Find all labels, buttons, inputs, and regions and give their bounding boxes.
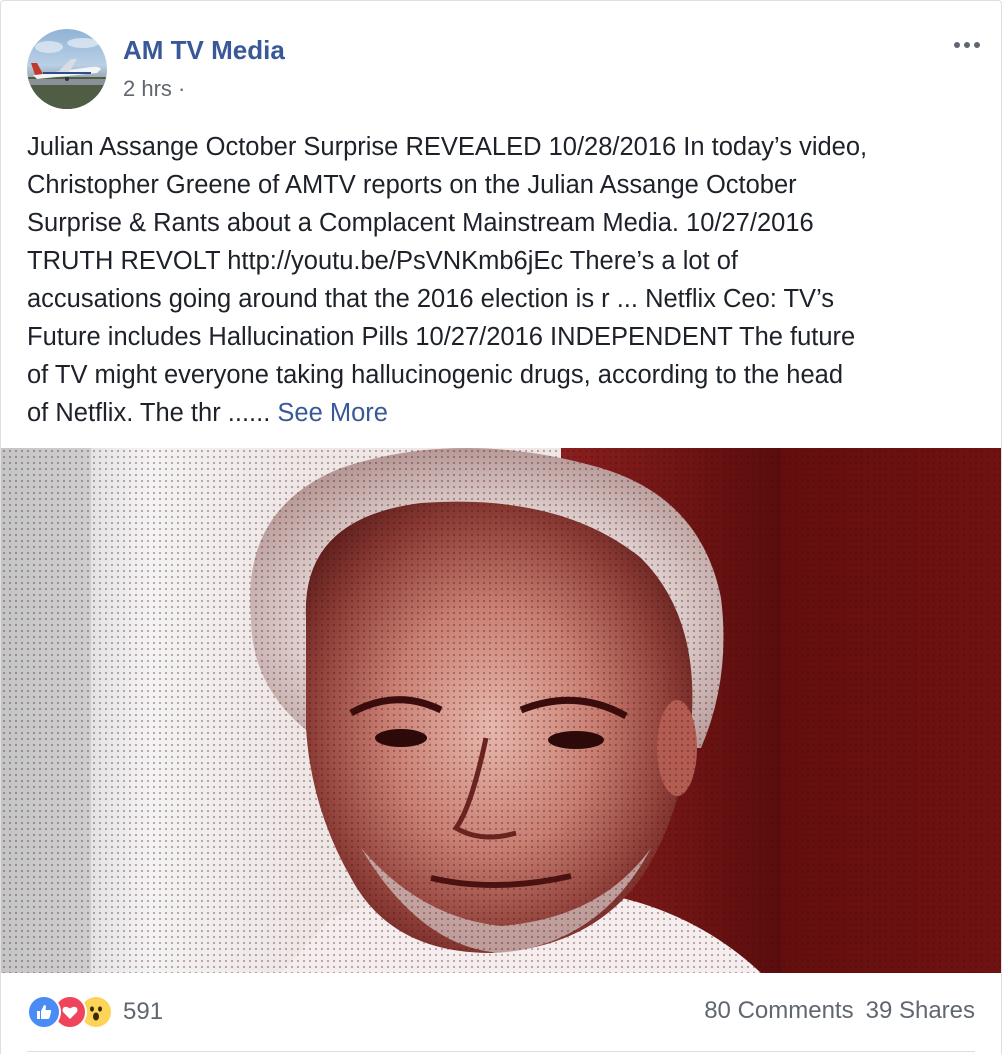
post-text-line: Christopher Greene of AMTV reports on th… xyxy=(27,171,797,199)
post-photo[interactable] xyxy=(1,448,1001,973)
timestamp-link[interactable]: 2 hrs xyxy=(123,76,172,101)
post-card: AM TV Media 2 hrs · Julian Assange Octob… xyxy=(0,0,1002,1054)
post-text: Julian Assange October Surprise REVEALED… xyxy=(27,128,979,432)
post-header: AM TV Media 2 hrs · xyxy=(1,1,1001,121)
engagement-stats: 80 Comments 39 Shares xyxy=(704,997,975,1025)
shares-count-link[interactable]: 39 Shares xyxy=(866,997,975,1024)
more-dots-icon xyxy=(964,42,970,48)
post-text-line: Julian Assange October Surprise REVEALED… xyxy=(27,133,868,161)
meta-separator: · xyxy=(178,76,186,101)
post-text-line: of TV might everyone taking hallucinogen… xyxy=(27,361,844,389)
post-text-line: TRUTH REVOLT http://youtu.be/PsVNKmb6jEc… xyxy=(27,247,738,275)
post-text-last: of Netflix. The thr ...... xyxy=(27,399,278,427)
more-options-button[interactable] xyxy=(947,31,987,59)
page-name-link[interactable]: AM TV Media xyxy=(123,35,285,66)
post-text-line: accusations going around that the 2016 e… xyxy=(27,285,835,313)
footer-divider xyxy=(27,1051,975,1052)
post-text-line: Future includes Hallucination Pills 10/2… xyxy=(27,323,856,351)
portrait-image xyxy=(1,448,1001,973)
reactions-summary[interactable]: 591 xyxy=(27,995,163,1029)
post-meta: 2 hrs · xyxy=(123,76,185,102)
like-icon xyxy=(27,995,61,1029)
post-text-line: of Netflix. The thr ...... See More xyxy=(27,394,979,432)
more-dots-icon xyxy=(954,42,960,48)
more-dots-icon xyxy=(974,42,980,48)
comments-count-link[interactable]: 80 Comments xyxy=(704,997,853,1024)
post-text-line: Surprise & Rants about a Complacent Main… xyxy=(27,209,814,237)
reaction-count: 591 xyxy=(123,998,164,1025)
airplane-photo xyxy=(27,38,107,109)
page-avatar[interactable] xyxy=(27,29,107,109)
post-footer: 591 80 Comments 39 Shares xyxy=(1,973,1001,1054)
see-more-link[interactable]: See More xyxy=(277,399,388,427)
